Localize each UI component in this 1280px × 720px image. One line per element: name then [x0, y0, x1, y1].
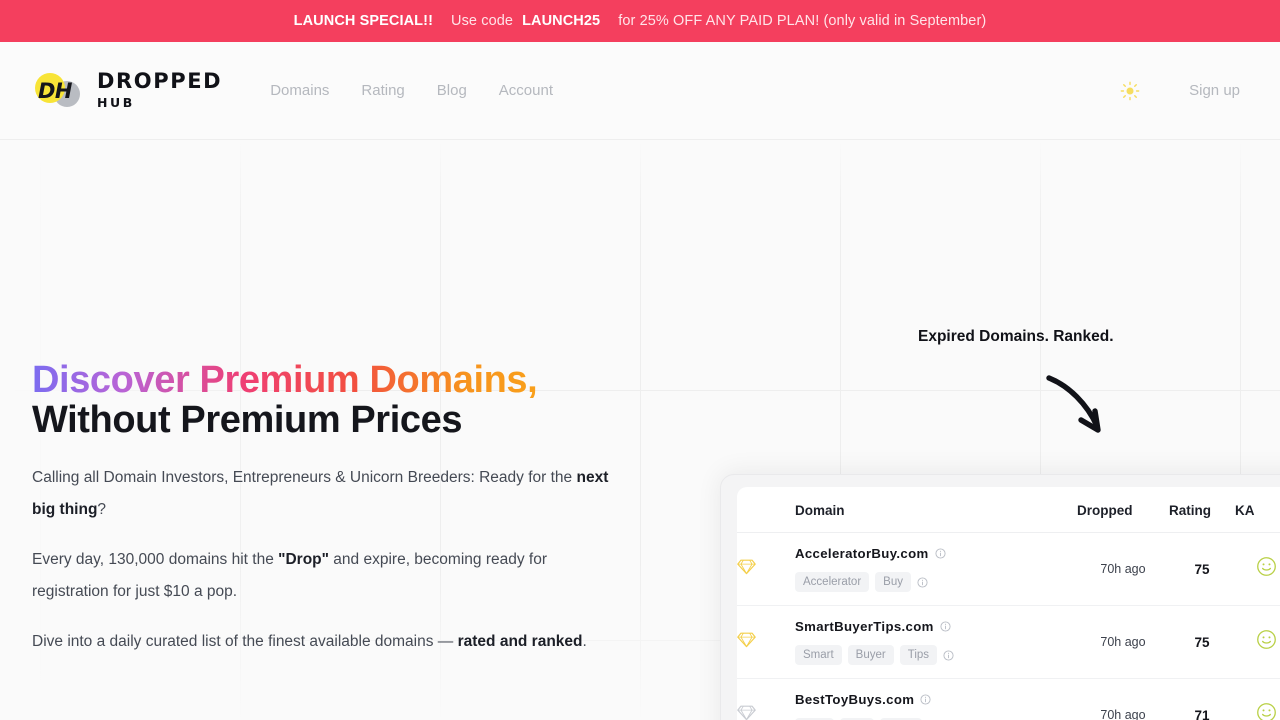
col-rating[interactable]: Rating — [1169, 487, 1235, 533]
hero-section: Expired Domains. Ranked. Discover Premiu… — [0, 140, 1280, 720]
row-badge-cell — [737, 678, 795, 720]
promo-code: LAUNCH25 — [522, 13, 601, 29]
col-dropped[interactable]: Dropped — [1077, 487, 1169, 533]
domain-table: Domain Dropped Rating KA AcceleratorBuy.… — [737, 487, 1280, 720]
table-header-row: Domain Dropped Rating KA — [737, 487, 1280, 533]
col-domain[interactable]: Domain — [795, 487, 1077, 533]
hero-p1-part1: Calling all Domain Investors, Entreprene… — [32, 469, 577, 486]
domain-tag[interactable]: Smart — [795, 645, 842, 665]
headline-gradient-line: Discover Premium Domains, — [32, 359, 538, 401]
gem-icon-gold — [737, 632, 756, 648]
curved-arrow-down-right-icon — [1035, 368, 1115, 453]
gem-icon-gray — [737, 705, 756, 720]
domain-name[interactable]: SmartBuyerTips.com — [795, 619, 1077, 634]
hero-p2-part1: Every day, 130,000 domains hit the — [32, 551, 279, 568]
hero-annotation: Expired Domains. Ranked. — [918, 328, 1114, 345]
row-rating-cell: 71 — [1169, 678, 1235, 720]
promo-use-code-label: Use code — [451, 13, 514, 29]
nav-item-blog[interactable]: Blog — [435, 76, 469, 105]
headline-plain-line: Without Premium Prices — [32, 399, 463, 441]
table-row[interactable]: BestToyBuys.comBestToyBuys70h ago71 — [737, 678, 1280, 720]
row-ka-cell — [1235, 532, 1280, 606]
hero-p2-bold: "Drop" — [278, 551, 329, 568]
page-title: Discover Premium Domains, Without Premiu… — [32, 360, 632, 440]
domain-table-body: AcceleratorBuy.com Accelerator Buy 70h ago 7… — [737, 532, 1280, 720]
hero-p3-part1: Dive into a daily curated list of the fi… — [32, 633, 458, 650]
col-badge — [737, 487, 795, 533]
row-badge-cell — [737, 532, 795, 606]
promo-banner[interactable]: LAUNCH SPECIAL!! Use code LAUNCH25 for 2… — [0, 0, 1280, 42]
hero-paragraph-1: Calling all Domain Investors, Entreprene… — [32, 462, 617, 526]
row-badge-cell — [737, 605, 795, 679]
info-icon[interactable] — [920, 694, 931, 705]
nav-item-rating[interactable]: Rating — [359, 76, 406, 105]
domain-tags: Smart Buyer Tips — [795, 645, 1077, 665]
info-icon[interactable] — [935, 548, 946, 559]
row-rating-cell: 75 — [1169, 532, 1235, 606]
smiley-icon — [1256, 703, 1276, 720]
row-domain-cell: AcceleratorBuy.com Accelerator Buy — [795, 532, 1077, 606]
row-dropped-cell: 70h ago — [1077, 532, 1169, 606]
hero-paragraph-3: Dive into a daily curated list of the fi… — [32, 626, 617, 658]
signup-link[interactable]: Sign up — [1189, 82, 1240, 99]
table-row[interactable]: AcceleratorBuy.com Accelerator Buy 70h ago 7… — [737, 532, 1280, 606]
sun-icon — [1120, 81, 1140, 100]
main-nav: Domains Rating Blog Account — [268, 76, 555, 105]
domain-tag[interactable]: Buy — [875, 572, 911, 592]
logo-word-top: DROPPED — [97, 69, 223, 94]
domain-table-card-frame: Domain Dropped Rating KA AcceleratorBuy.… — [720, 474, 1280, 720]
domain-tag[interactable]: Accelerator — [795, 572, 870, 592]
logo-mark-icon: DH — [32, 69, 88, 113]
hero-paragraph-2: Every day, 130,000 domains hit the "Drop… — [32, 544, 617, 608]
hero-p1-part3: ? — [97, 501, 107, 518]
hero-copy: Discover Premium Domains, Without Premiu… — [32, 360, 632, 658]
row-dropped-cell: 70h ago — [1077, 605, 1169, 679]
row-rating-cell: 75 — [1169, 605, 1235, 679]
theme-toggle-button[interactable] — [1115, 76, 1145, 106]
nav-item-domains[interactable]: Domains — [268, 76, 331, 105]
info-icon[interactable] — [943, 649, 954, 661]
domain-name[interactable]: AcceleratorBuy.com — [795, 546, 1077, 561]
info-icon[interactable] — [940, 621, 951, 632]
row-ka-cell — [1235, 678, 1280, 720]
logo-wordmark: DROPPED HUB — [97, 71, 222, 110]
col-ka[interactable]: KA — [1235, 487, 1280, 533]
row-dropped-cell: 70h ago — [1077, 678, 1169, 720]
domain-name[interactable]: BestToyBuys.com — [795, 692, 1077, 707]
gem-icon-gold — [737, 559, 756, 575]
logo-word-bottom: HUB — [97, 95, 135, 111]
promo-offer-text: for 25% OFF ANY PAID PLAN! (only valid i… — [618, 13, 987, 29]
domain-tags: Accelerator Buy — [795, 572, 1077, 592]
row-domain-cell: BestToyBuys.comBestToyBuys — [795, 678, 1077, 720]
row-domain-cell: SmartBuyerTips.com Smart Buyer Tips — [795, 605, 1077, 679]
domain-tag[interactable]: Buyer — [847, 645, 894, 665]
info-icon[interactable] — [917, 576, 928, 588]
logo-mark-text: DH — [38, 78, 73, 103]
table-row[interactable]: SmartBuyerTips.com Smart Buyer Tips 70h ago 7… — [737, 605, 1280, 679]
row-ka-cell — [1235, 605, 1280, 679]
nav-item-account[interactable]: Account — [497, 76, 555, 105]
site-header: DH DROPPED HUB Domains Rating Blog Accou… — [0, 42, 1280, 140]
hero-p3-part3: . — [582, 633, 587, 650]
smiley-icon — [1256, 630, 1276, 649]
smiley-icon — [1256, 557, 1276, 576]
hero-p3-bold: rated and ranked — [457, 633, 583, 650]
domain-tag[interactable]: Tips — [899, 645, 938, 665]
promo-lead: LAUNCH SPECIAL!! — [293, 13, 433, 29]
domain-table-card: Domain Dropped Rating KA AcceleratorBuy.… — [737, 487, 1280, 720]
logo[interactable]: DH DROPPED HUB — [32, 69, 222, 113]
